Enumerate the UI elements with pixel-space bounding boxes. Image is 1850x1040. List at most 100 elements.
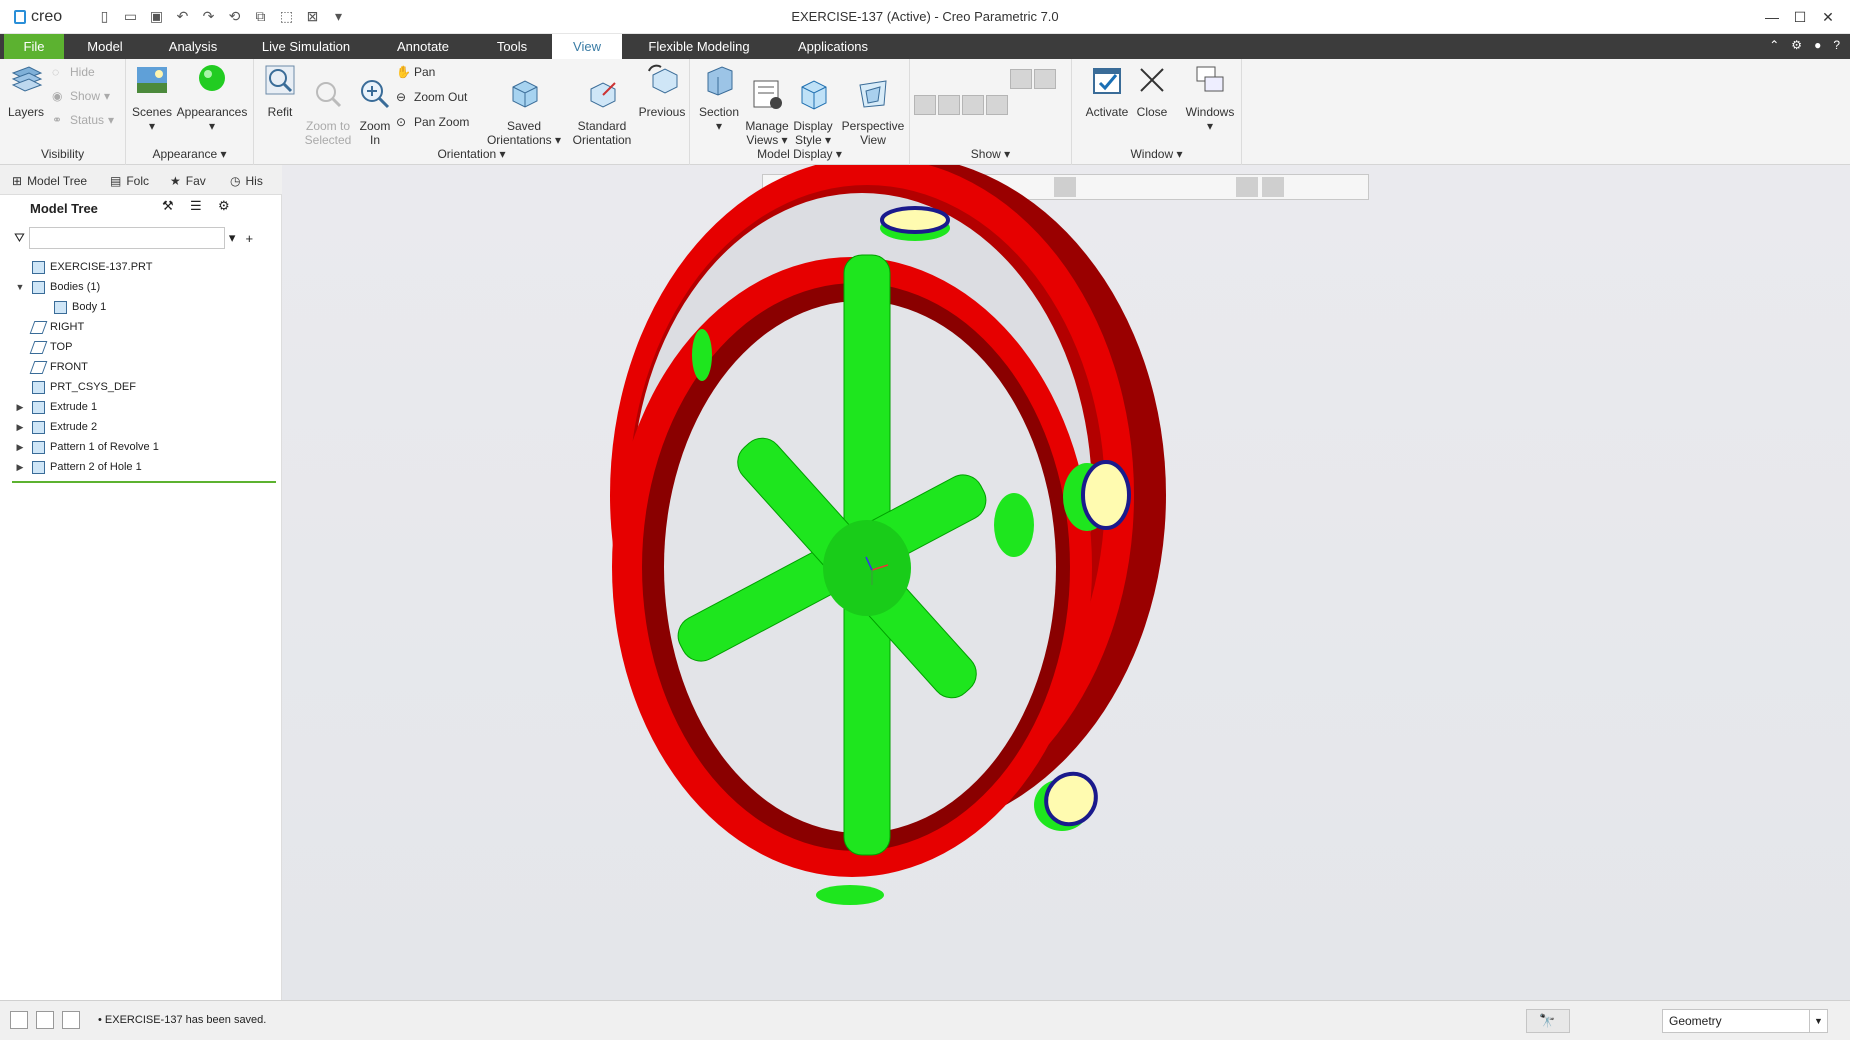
plane-tag-toggle[interactable]: [914, 95, 936, 115]
tree-node[interactable]: TOP: [14, 337, 274, 357]
tree-node[interactable]: Body 1: [14, 297, 274, 317]
browser-icon[interactable]: [36, 1011, 54, 1029]
search-options-icon[interactable]: ▾: [229, 230, 236, 246]
open-file-icon[interactable]: ▭: [122, 8, 139, 25]
find-button[interactable]: 🔭: [1526, 1009, 1570, 1033]
datum-plane-icon: [29, 340, 48, 354]
tree-node[interactable]: PRT_CSYS_DEF: [14, 377, 274, 397]
show-button[interactable]: ◉ Show ▾: [52, 89, 110, 103]
dimension-display-toggle[interactable]: [1034, 69, 1056, 89]
tree-columns-icon[interactable]: ☰: [190, 198, 208, 216]
regenerate-icon[interactable]: ⟲: [226, 8, 243, 25]
tree-node[interactable]: ▼ Bodies (1): [14, 277, 274, 297]
toggle-navigator-icon[interactable]: [10, 1011, 28, 1029]
new-file-icon[interactable]: ▯: [96, 8, 113, 25]
tab-annotate[interactable]: Annotate: [390, 34, 456, 59]
minimize-ribbon-icon[interactable]: ⌃: [1769, 38, 1779, 52]
tab-model-tree[interactable]: ⊞ Model Tree: [12, 171, 87, 191]
layers-button[interactable]: Layers: [6, 63, 46, 119]
tab-file[interactable]: File: [4, 34, 64, 59]
csys-display-toggle[interactable]: [986, 69, 1008, 89]
plane-display-toggle[interactable]: [914, 69, 936, 89]
tree-node[interactable]: FRONT: [14, 357, 274, 377]
creo-logo-text: creo: [31, 8, 63, 25]
model-tree-title: Model Tree: [30, 201, 98, 216]
refit-button[interactable]: Refit: [258, 63, 302, 119]
previous-button[interactable]: Previous: [636, 63, 688, 119]
close-button[interactable]: ✕: [1814, 6, 1842, 28]
pan-button[interactable]: ✋ Pan: [396, 65, 435, 79]
minimize-button[interactable]: —: [1758, 6, 1786, 28]
tab-tools[interactable]: Tools: [488, 34, 536, 59]
tab-flexible-modeling[interactable]: Flexible Modeling: [640, 34, 758, 59]
spin-center-toggle[interactable]: [1010, 95, 1032, 115]
tree-node[interactable]: RIGHT: [14, 317, 274, 337]
scenes-button[interactable]: Scenes ▾: [132, 63, 172, 133]
tab-folder-browser[interactable]: ▤ Folc: [110, 171, 149, 191]
tab-model[interactable]: Model: [78, 34, 132, 59]
group-label-orientation[interactable]: Orientation ▾: [254, 147, 689, 161]
appearances-button[interactable]: Appearances ▾: [176, 63, 248, 133]
csys-tag-toggle[interactable]: [986, 95, 1008, 115]
group-label-model-display[interactable]: Model Display ▾: [690, 147, 909, 161]
tab-applications[interactable]: Applications: [790, 34, 876, 59]
windows-button[interactable]: Windows ▾: [1182, 63, 1238, 133]
tree-node[interactable]: ▶ Pattern 1 of Revolve 1: [14, 437, 274, 457]
save-icon[interactable]: ▣: [148, 8, 165, 25]
hole-right: [1063, 460, 1131, 531]
group-label-appearance[interactable]: Appearance ▾: [126, 147, 253, 161]
maximize-button[interactable]: ☐: [1786, 6, 1814, 28]
tab-live-simulation[interactable]: Live Simulation: [256, 34, 356, 59]
tree-settings-icon[interactable]: ⚒: [162, 198, 180, 216]
selection-filter[interactable]: Geometry ▼: [1662, 1009, 1828, 1033]
tree-node[interactable]: ▶ Pattern 2 of Hole 1: [14, 457, 274, 477]
expand-icon[interactable]: ▶: [14, 462, 26, 473]
add-filter-icon[interactable]: +: [245, 231, 253, 246]
activate-icon[interactable]: ⬚: [278, 8, 295, 25]
hide-icon: ◌: [52, 65, 60, 79]
close-window-button[interactable]: Close: [1130, 63, 1174, 119]
status-button[interactable]: ⚭ Status ▾: [52, 113, 114, 127]
group-orientation: Refit Zoom to Selected Zoom In ✋ Pan ⊖ Zoo…: [254, 59, 690, 165]
graphics-window[interactable]: [282, 165, 1850, 1000]
point-display-toggle[interactable]: [962, 69, 984, 89]
customize-dropdown-icon[interactable]: ▾: [330, 8, 347, 25]
tree-node[interactable]: EXERCISE-137.PRT: [14, 257, 274, 277]
group-label-show[interactable]: Show ▾: [910, 147, 1071, 161]
section-button[interactable]: Section ▾: [696, 63, 742, 133]
tab-favorites[interactable]: ★ Fav: [170, 171, 206, 191]
tree-node[interactable]: ▶ Extrude 1: [14, 397, 274, 417]
expand-icon[interactable]: ▶: [14, 402, 26, 413]
tree-filter-icon[interactable]: ⚙: [218, 198, 236, 216]
axis-display-toggle[interactable]: [938, 69, 960, 89]
fullscreen-icon[interactable]: [62, 1011, 80, 1029]
settings-icon[interactable]: ⚙: [1791, 38, 1802, 52]
activate-button[interactable]: Activate: [1082, 63, 1132, 119]
zoom-out-button[interactable]: ⊖ Zoom Out: [396, 90, 467, 104]
point-tag-toggle[interactable]: [962, 95, 984, 115]
filter-icon[interactable]: ⛛: [14, 230, 25, 246]
help-icon[interactable]: ?: [1833, 38, 1840, 52]
datum-display-filter[interactable]: [1034, 95, 1056, 115]
axis-tag-toggle[interactable]: [938, 95, 960, 115]
3d-model-view[interactable]: [282, 165, 1850, 1000]
windows-icon[interactable]: ⧉: [252, 8, 269, 25]
annotation-display-toggle[interactable]: [1010, 69, 1032, 89]
tab-history[interactable]: ◷ His: [230, 171, 263, 191]
hide-button[interactable]: ◌ Hide: [52, 65, 95, 79]
close-window-icon[interactable]: ⊠: [304, 8, 321, 25]
tab-view[interactable]: View: [552, 34, 622, 59]
expand-icon[interactable]: ▶: [14, 442, 26, 453]
expand-icon[interactable]: ▼: [14, 282, 26, 292]
pan-zoom-button[interactable]: ⊙ Pan Zoom: [396, 115, 469, 129]
part-icon: [32, 260, 45, 274]
user-icon[interactable]: ●: [1814, 38, 1821, 52]
redo-icon[interactable]: ↷: [200, 8, 217, 25]
tab-analysis[interactable]: Analysis: [160, 34, 226, 59]
tree-node[interactable]: ▶ Extrude 2: [14, 417, 274, 437]
undo-icon[interactable]: ↶: [174, 8, 191, 25]
expand-icon[interactable]: ▶: [14, 422, 26, 433]
group-label-window[interactable]: Window ▾: [1072, 147, 1241, 161]
tree-search-input[interactable]: [28, 227, 225, 249]
standard-orientation-icon: [590, 82, 616, 108]
